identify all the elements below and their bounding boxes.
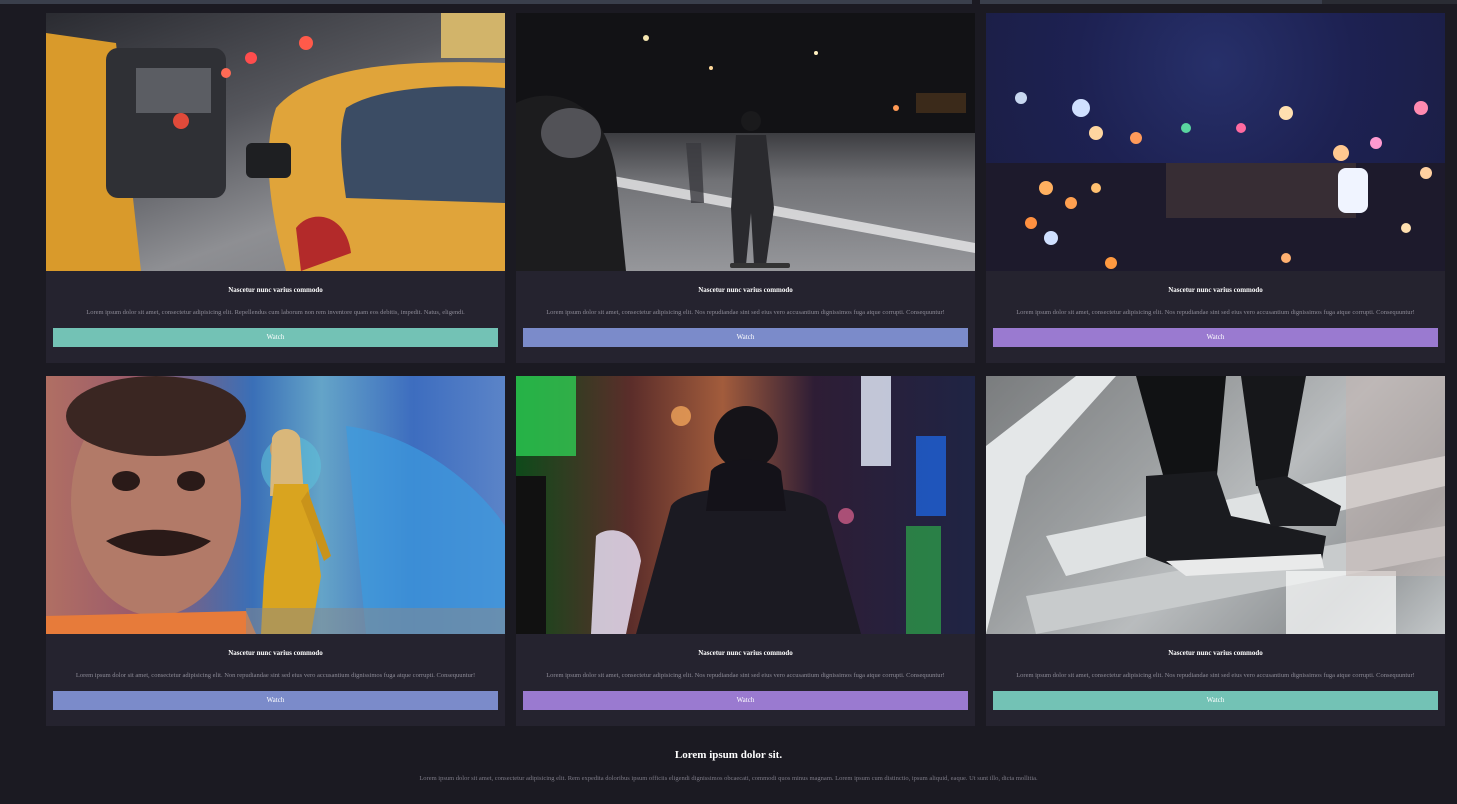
card-description: Lorem ipsum dolor sit amet, consectetur … — [1016, 672, 1415, 679]
card-description: Lorem ipsum dolor sit amet, consectetur … — [75, 672, 476, 679]
card-image-yellow-taxis[interactable] — [46, 13, 505, 271]
watch-button[interactable]: Watch — [993, 328, 1438, 347]
card-title: Nascetur nunc varius commodo — [228, 286, 323, 294]
video-card: Nascetur nunc varius commodo Lorem ipsum… — [986, 13, 1445, 363]
card-title: Nascetur nunc varius commodo — [698, 286, 793, 294]
watch-button[interactable]: Watch — [53, 328, 498, 347]
mural-scene-illustration — [46, 376, 505, 634]
top-scroll-bar — [0, 0, 1457, 4]
card-image-night-skateboarder[interactable] — [516, 13, 975, 271]
card-description: Lorem ipsum dolor sit amet, consectetur … — [1016, 309, 1415, 316]
skate-scene-illustration — [516, 13, 975, 271]
footer-title: Lorem ipsum dolor sit. — [674, 749, 783, 761]
video-card: Nascetur nunc varius commodo Lorem ipsum… — [516, 13, 975, 363]
card-title: Nascetur nunc varius commodo — [1168, 286, 1263, 294]
taxi-scene-illustration — [46, 13, 505, 271]
video-card: Nascetur nunc varius commodo Lorem ipsum… — [986, 376, 1445, 726]
top-bar-segment — [0, 0, 972, 4]
video-card-grid: Nascetur nunc varius commodo Lorem ipsum… — [46, 13, 1445, 726]
card-image-sneakers-on-stairs[interactable] — [986, 376, 1445, 634]
stairs-scene-illustration — [986, 376, 1445, 634]
card-description: Lorem ipsum dolor sit amet, consectetur … — [546, 309, 945, 316]
top-bar-segment — [1322, 0, 1457, 4]
card-title: Nascetur nunc varius commodo — [698, 649, 793, 657]
page-footer: Lorem ipsum dolor sit. Lorem ipsum dolor… — [0, 740, 1457, 782]
video-card: Nascetur nunc varius commodo Lorem ipsum… — [46, 376, 505, 726]
top-bar-segment — [980, 0, 1322, 4]
card-description: Lorem ipsum dolor sit amet, consectetur … — [546, 672, 945, 679]
card-image-hooded-person-neon[interactable] — [516, 376, 975, 634]
neon-scene-illustration — [516, 376, 946, 634]
video-card: Nascetur nunc varius commodo Lorem ipsum… — [46, 13, 505, 363]
card-title: Nascetur nunc varius commodo — [228, 649, 323, 657]
watch-button[interactable]: Watch — [993, 691, 1438, 710]
watch-button[interactable]: Watch — [523, 691, 968, 710]
card-image-woman-by-mural[interactable] — [46, 376, 505, 634]
footer-text: Lorem ipsum dolor sit amet, consectetur … — [419, 775, 1038, 782]
card-title: Nascetur nunc varius commodo — [1168, 649, 1263, 657]
card-description: Lorem ipsum dolor sit amet, consectetur … — [86, 309, 465, 316]
watch-button[interactable]: Watch — [523, 328, 968, 347]
watch-button[interactable]: Watch — [53, 691, 498, 710]
bokeh-scene-illustration — [986, 92, 1445, 271]
card-image-city-lights-bokeh[interactable] — [986, 13, 1445, 271]
video-card: Nascetur nunc varius commodo Lorem ipsum… — [516, 376, 975, 726]
